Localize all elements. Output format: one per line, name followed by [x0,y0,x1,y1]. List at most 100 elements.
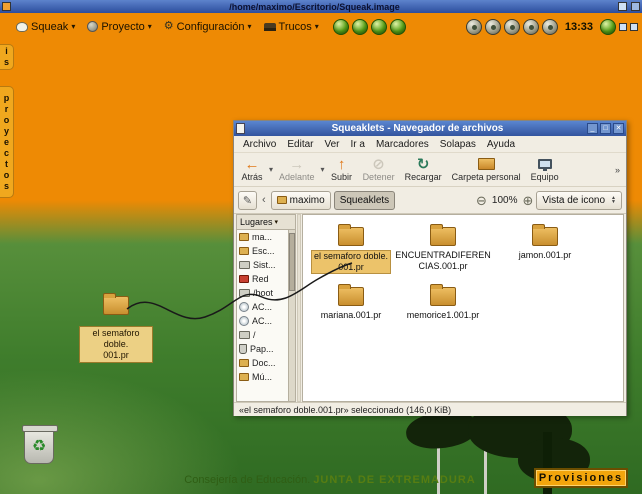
sidebar-item-ac1[interactable]: AC... [237,300,295,314]
sidebar-item-ac2[interactable]: AC... [237,314,295,328]
sidebar-item-documentos[interactable]: Doc... [237,356,295,370]
tab-proyectos[interactable]: proyectos [0,86,14,198]
menu-squeak[interactable]: Squeak ▾ [12,19,79,35]
nav-sphere-button-3[interactable] [371,19,387,35]
menu-proyecto[interactable]: Proyecto ▾ [83,19,155,35]
file-label: ENCUENTRADIFEREN CIAS.001.pr [393,250,493,272]
sidebar-item-papelera[interactable]: Pap... [237,342,295,356]
forward-history-chevron-icon[interactable]: ▾ [321,165,325,174]
menu-ir-a[interactable]: Ir a [346,138,370,151]
computer-button[interactable]: Equipo [527,155,563,185]
screen-close-icon[interactable] [631,2,640,11]
menu-editar[interactable]: Editar [282,138,318,151]
footer-left-text: Consejería de Educación. [184,474,310,486]
tool-button-1[interactable] [466,19,482,35]
window-toolbar: ← Atrás ▾ → Adelante ▾ ↑ Subir ⊘ Detener… [234,153,626,187]
home-button[interactable]: Carpeta personal [448,155,525,185]
sidebar-item-musica[interactable]: Mú... [237,370,295,384]
home-folder-icon [478,157,495,171]
menu-configuracion[interactable]: ⚙ Configuración ▾ [160,19,256,35]
file-list-area[interactable]: el semaforo doble. 001.pr ENCUENTRADIFER… [302,214,624,402]
file-item-encuentradiferencias[interactable]: ENCUENTRADIFEREN CIAS.001.pr [395,227,491,272]
nav-sphere-button-2[interactable] [352,19,368,35]
reload-button[interactable]: ↻ Recargar [401,155,446,185]
menu-ayuda[interactable]: Ayuda [482,138,520,151]
folder-icon [239,373,249,381]
maximize-button[interactable]: □ [600,123,611,134]
stop-button[interactable]: ⊘ Detener [359,155,399,185]
reload-icon: ↻ [417,157,430,171]
footer-right-text: JUNTA DE EXTREMADURA [313,474,475,486]
file-label: mariana.001.pr [319,310,384,321]
nav-sphere-button-5[interactable] [600,19,616,35]
sidebar-item-boot[interactable]: /boot [237,286,295,300]
sidebar-item-sistema[interactable]: Sist... [237,258,295,272]
edit-location-button[interactable]: ✎ [238,191,257,210]
desktop-file-icon[interactable]: el semaforo doble. 001.pr [79,296,153,363]
sidebar-item-escritorio[interactable]: Esc... [237,244,295,258]
squeak-menu-bar: Squeak ▾ Proyecto ▾ ⚙ Configuración ▾ Tr… [0,13,642,40]
file-item-mariana[interactable]: mariana.001.pr [309,287,393,321]
path-button-maximo[interactable]: maximo [271,191,331,210]
nav-sphere-button-4[interactable] [390,19,406,35]
computer-label: Equipo [531,172,559,182]
corner-tool-icon-1[interactable] [619,23,627,31]
file-item-jamon[interactable]: jamon.001.pr [499,227,591,261]
scrollbar-thumb[interactable] [289,233,295,291]
tool-button-3[interactable] [504,19,520,35]
trash-body: ♻ [24,428,54,464]
window-title-bar[interactable]: Squeaklets - Navegador de archivos _ □ ✕ [234,121,626,136]
places-dropdown[interactable]: Lugares ▾ [237,215,295,230]
view-mode-dropdown[interactable]: Vista de icono ▲▼ [536,191,622,210]
corner-tool-icon-2[interactable] [630,23,638,31]
navigation-buttons [333,19,406,35]
menu-archivo[interactable]: Archivo [238,138,281,151]
sidebar-resize-handle[interactable] [297,214,301,402]
folder-icon [239,233,249,241]
back-button[interactable]: ← Atrás [237,155,267,185]
pencil-icon: ✎ [243,194,252,207]
window-content: Lugares ▾ ma... Esc... Sist... Red [234,214,626,402]
zoom-out-icon[interactable]: ⊖ [476,194,487,207]
screen-menu-icon[interactable] [2,2,11,11]
zoom-in-icon[interactable]: ⊕ [523,194,534,207]
tool-button-2[interactable] [485,19,501,35]
minimize-button[interactable]: _ [587,123,598,134]
sidebar-item-maximo[interactable]: ma... [237,230,295,244]
sidebar-scrollbar[interactable] [288,230,295,401]
sidebar-item-label: Doc... [252,358,276,368]
back-history-chevron-icon[interactable]: ▾ [269,165,273,174]
path-button-squeaklets[interactable]: Squeaklets [334,191,395,210]
tab-is[interactable]: is [0,44,14,70]
chevron-down-icon: ▾ [71,22,75,31]
sidebar-item-label: /boot [253,288,273,298]
disc-icon [239,316,249,326]
back-arrow-icon: ← [245,157,260,171]
menu-solapas[interactable]: Solapas [435,138,481,151]
sidebar-item-label: Sist... [253,260,276,270]
provisiones-button[interactable]: Provisiones [534,468,628,488]
screen-tool-icon[interactable] [618,2,627,11]
menu-ver[interactable]: Ver [319,138,344,151]
nav-sphere-button-1[interactable] [333,19,349,35]
file-item-semaforo[interactable]: el semaforo doble. 001.pr [309,227,393,274]
close-button[interactable]: ✕ [613,123,624,134]
sidebar-item-root[interactable]: / [237,328,295,342]
sidebar-item-red[interactable]: Red [237,272,295,286]
trash-icon [239,344,247,354]
tool-button-5[interactable] [542,19,558,35]
folder-icon [430,287,456,306]
drive-icon [239,289,250,297]
zoom-level: 100% [492,195,518,206]
forward-button[interactable]: → Adelante [275,155,319,185]
tool-button-4[interactable] [523,19,539,35]
toolbar-overflow-button[interactable]: » [612,165,623,175]
menu-trucos[interactable]: Trucos ▾ [260,19,323,35]
up-button[interactable]: ↑ Subir [327,155,357,185]
drive-icon [239,331,250,339]
path-scroll-left-button[interactable]: ‹ [260,194,268,206]
file-item-memorice[interactable]: memorice1.001.pr [395,287,491,321]
trash-bin[interactable]: ♻ [18,428,60,476]
menu-marcadores[interactable]: Marcadores [371,138,434,151]
file-label: el semaforo doble. 001.pr [311,250,391,274]
